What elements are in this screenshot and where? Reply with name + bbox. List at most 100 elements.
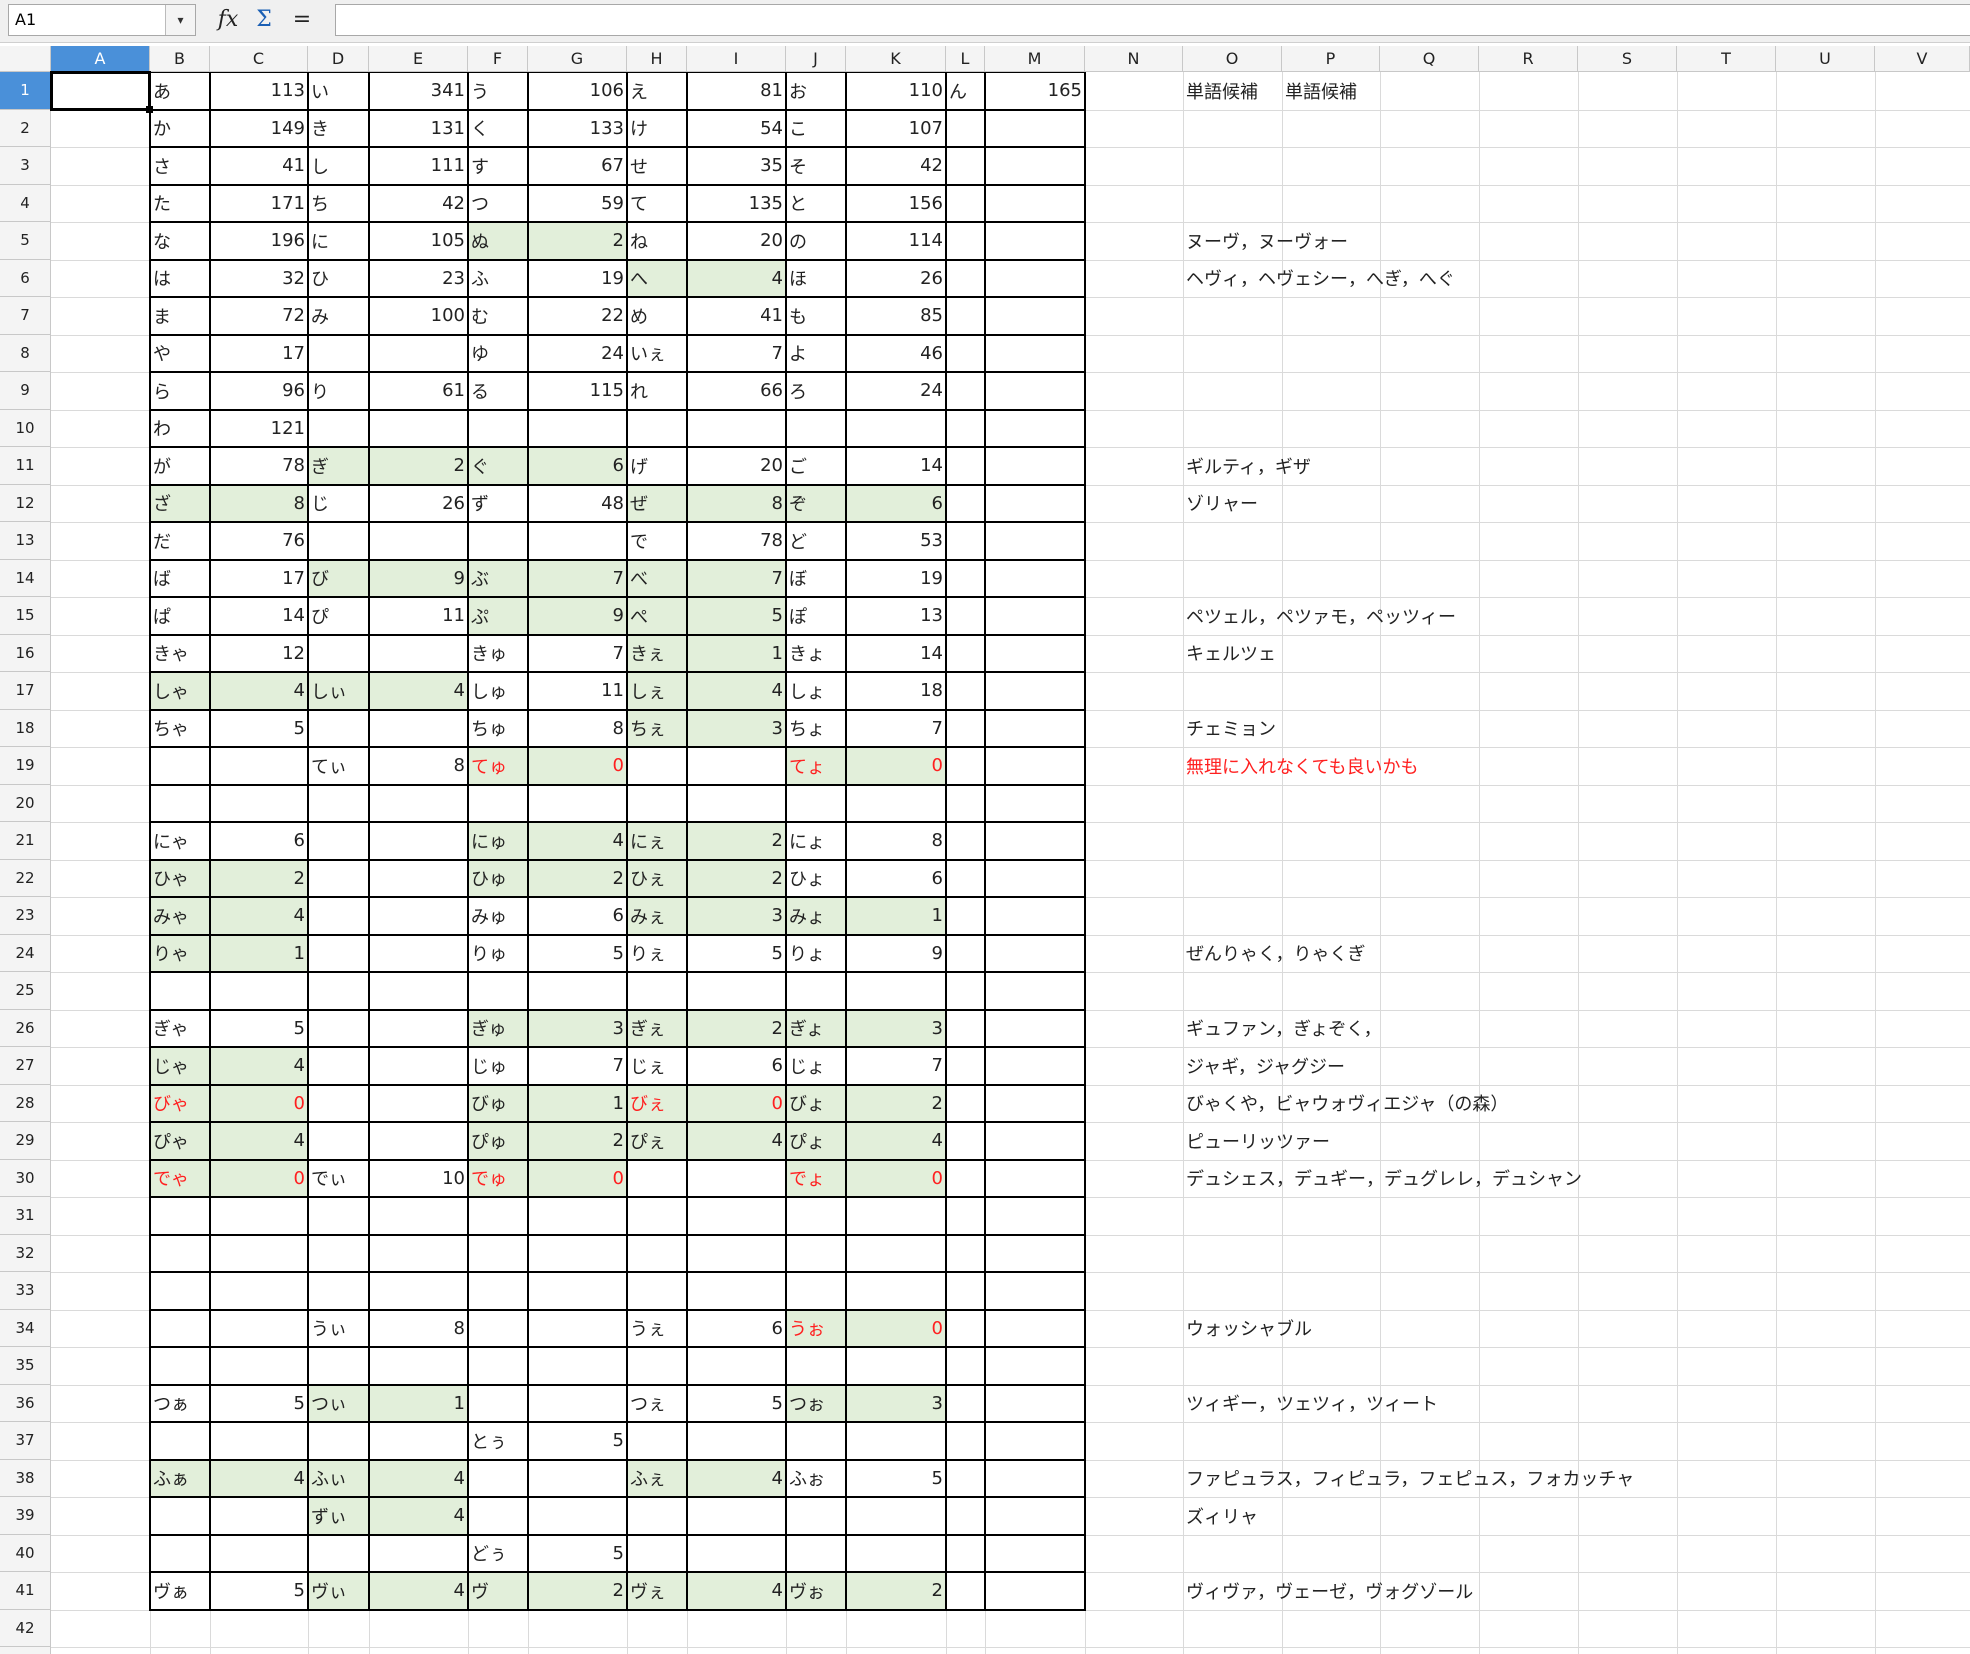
cell-d19[interactable]: てぃ: [308, 747, 369, 785]
cell-b6[interactable]: は: [150, 260, 210, 298]
cell-i2[interactable]: 54: [687, 110, 786, 148]
cell-o26[interactable]: ギュファン，ぎょぞく，: [1183, 1010, 1382, 1048]
row-header-31[interactable]: 31: [0, 1197, 51, 1235]
column-header-j[interactable]: J: [786, 46, 846, 72]
row-header-39[interactable]: 39: [0, 1497, 51, 1535]
cell-j6[interactable]: ほ: [786, 260, 846, 298]
cell-j14[interactable]: ぼ: [786, 560, 846, 598]
cell-c6[interactable]: 32: [210, 260, 308, 298]
cell-h11[interactable]: げ: [627, 447, 687, 485]
cell-b7[interactable]: ま: [150, 297, 210, 335]
cell-o12[interactable]: ゾリャー: [1183, 485, 1282, 523]
cell-k12[interactable]: 6: [846, 485, 946, 523]
spreadsheet-grid[interactable]: A B C D E F G H I J K L M N O P Q R S T U V 1 2 3 4 5 6 7 8 9 10 11 12 13 1…: [0, 0, 1970, 1654]
cell-c38[interactable]: 4: [210, 1460, 308, 1498]
cell-g9[interactable]: 115: [528, 372, 627, 410]
cell-j16[interactable]: きょ: [786, 635, 846, 673]
cell-d6[interactable]: ひ: [308, 260, 369, 298]
cell-e36[interactable]: 1: [369, 1385, 468, 1423]
cell-f17[interactable]: しゅ: [468, 672, 528, 710]
cell-d30[interactable]: でぃ: [308, 1160, 369, 1198]
row-header-24[interactable]: 24: [0, 934, 51, 972]
cell-i12[interactable]: 8: [687, 485, 786, 523]
cell-i23[interactable]: 3: [687, 897, 786, 935]
row-header-30[interactable]: 30: [0, 1159, 51, 1197]
cell-c16[interactable]: 12: [210, 635, 308, 673]
cell-g26[interactable]: 3: [528, 1010, 627, 1048]
cell-c22[interactable]: 2: [210, 860, 308, 898]
cell-d11[interactable]: ぎ: [308, 447, 369, 485]
cell-b38[interactable]: ふぁ: [150, 1460, 210, 1498]
cell-g1[interactable]: 106: [528, 72, 627, 110]
cell-i1[interactable]: 81: [687, 72, 786, 110]
cell-e15[interactable]: 11: [369, 597, 468, 635]
cell-h41[interactable]: ヴぇ: [627, 1572, 687, 1610]
row-header-7[interactable]: 7: [0, 297, 51, 335]
cell-b16[interactable]: きゃ: [150, 635, 210, 673]
cell-g8[interactable]: 24: [528, 335, 627, 373]
cell-b23[interactable]: みゃ: [150, 897, 210, 935]
cell-j7[interactable]: も: [786, 297, 846, 335]
cell-i17[interactable]: 4: [687, 672, 786, 710]
cell-b2[interactable]: か: [150, 110, 210, 148]
cell-k9[interactable]: 24: [846, 372, 946, 410]
row-header-43[interactable]: 43: [0, 1647, 51, 1654]
row-header-10[interactable]: 10: [0, 409, 51, 447]
cell-g15[interactable]: 9: [528, 597, 627, 635]
cell-d12[interactable]: じ: [308, 485, 369, 523]
cell-j5[interactable]: の: [786, 222, 846, 260]
cell-c2[interactable]: 149: [210, 110, 308, 148]
cell-c29[interactable]: 4: [210, 1122, 308, 1160]
cell-i29[interactable]: 4: [687, 1122, 786, 1160]
cell-e17[interactable]: 4: [369, 672, 468, 710]
cell-g5[interactable]: 2: [528, 222, 627, 260]
cell-o30[interactable]: デュシェス，デュギー，デュグレレ，デュシャン: [1183, 1160, 1582, 1198]
cell-o29[interactable]: ピューリッツァー: [1183, 1122, 1330, 1160]
cell-c10[interactable]: 121: [210, 410, 308, 448]
cell-c36[interactable]: 5: [210, 1385, 308, 1423]
column-header-m[interactable]: M: [985, 46, 1085, 72]
cell-j11[interactable]: ご: [786, 447, 846, 485]
cell-k16[interactable]: 14: [846, 635, 946, 673]
cell-f11[interactable]: ぐ: [468, 447, 528, 485]
cell-j2[interactable]: こ: [786, 110, 846, 148]
cell-j3[interactable]: そ: [786, 147, 846, 185]
cell-b3[interactable]: さ: [150, 147, 210, 185]
cell-g40[interactable]: 5: [528, 1535, 627, 1573]
cell-b10[interactable]: わ: [150, 410, 210, 448]
cell-j8[interactable]: よ: [786, 335, 846, 373]
cell-c5[interactable]: 196: [210, 222, 308, 260]
cell-h5[interactable]: ね: [627, 222, 687, 260]
cell-f30[interactable]: でゅ: [468, 1160, 528, 1198]
column-header-k[interactable]: K: [846, 46, 946, 72]
cell-j36[interactable]: つぉ: [786, 1385, 846, 1423]
cell-j41[interactable]: ヴぉ: [786, 1572, 846, 1610]
cell-g27[interactable]: 7: [528, 1047, 627, 1085]
cell-d7[interactable]: み: [308, 297, 369, 335]
cell-j23[interactable]: みょ: [786, 897, 846, 935]
cell-j15[interactable]: ぽ: [786, 597, 846, 635]
cell-k18[interactable]: 7: [846, 710, 946, 748]
column-header-i[interactable]: I: [687, 46, 786, 72]
cell-i38[interactable]: 4: [687, 1460, 786, 1498]
cell-k15[interactable]: 13: [846, 597, 946, 635]
cell-h2[interactable]: け: [627, 110, 687, 148]
cell-f9[interactable]: る: [468, 372, 528, 410]
row-header-20[interactable]: 20: [0, 784, 51, 822]
cell-k1[interactable]: 110: [846, 72, 946, 110]
column-header-p[interactable]: P: [1282, 46, 1380, 72]
cell-g24[interactable]: 5: [528, 935, 627, 973]
cell-d9[interactable]: り: [308, 372, 369, 410]
cell-o18[interactable]: チェミョン: [1183, 710, 1282, 748]
cell-b1[interactable]: あ: [150, 72, 210, 110]
cell-k28[interactable]: 2: [846, 1085, 946, 1123]
cell-e4[interactable]: 42: [369, 185, 468, 223]
cell-o38[interactable]: ファピュラス，フィピュラ，フェピュス，フォカッチャ: [1183, 1460, 1634, 1498]
cell-g21[interactable]: 4: [528, 822, 627, 860]
cell-h23[interactable]: みぇ: [627, 897, 687, 935]
column-header-v[interactable]: V: [1875, 46, 1970, 72]
cell-h16[interactable]: きぇ: [627, 635, 687, 673]
cell-e2[interactable]: 131: [369, 110, 468, 148]
cell-k29[interactable]: 4: [846, 1122, 946, 1160]
cell-i18[interactable]: 3: [687, 710, 786, 748]
